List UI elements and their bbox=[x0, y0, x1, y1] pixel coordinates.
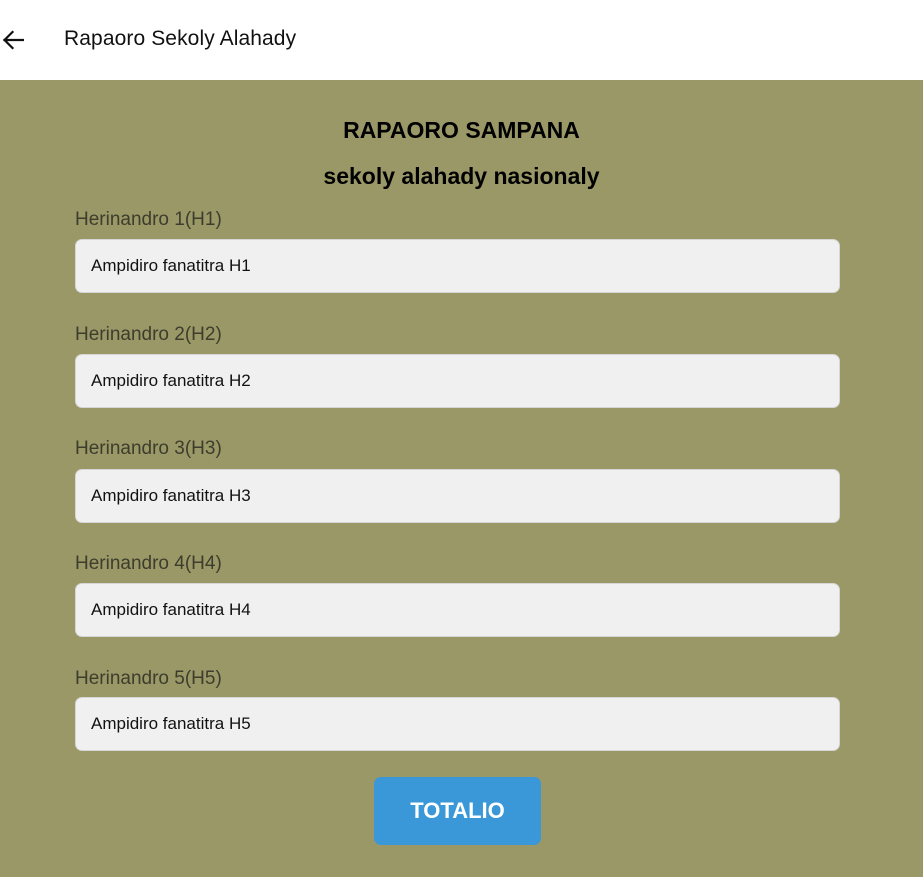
week-1-label: Herinandro 1(H1) bbox=[75, 209, 222, 230]
total-button[interactable]: TOTALIO bbox=[374, 777, 541, 845]
back-button[interactable] bbox=[0, 22, 26, 58]
form-heading: RAPAORO SAMPANA bbox=[343, 117, 580, 143]
week-1-input[interactable] bbox=[75, 239, 840, 293]
week-3-label: Herinandro 3(H3) bbox=[75, 438, 222, 459]
week-3-input[interactable] bbox=[75, 469, 840, 523]
week-2-label: Herinandro 2(H2) bbox=[75, 324, 222, 345]
week-5-input[interactable] bbox=[75, 697, 840, 751]
week-2-input[interactable] bbox=[75, 354, 840, 408]
app-bar: Rapaoro Sekoly Alahady bbox=[0, 0, 923, 80]
week-4-label: Herinandro 4(H4) bbox=[75, 553, 222, 574]
arrow-left-icon bbox=[2, 30, 24, 50]
report-form: RAPAORO SAMPANA sekoly alahady nasionaly… bbox=[0, 80, 923, 877]
week-4-input[interactable] bbox=[75, 583, 840, 637]
page-title: Rapaoro Sekoly Alahady bbox=[64, 27, 297, 50]
form-subheading: sekoly alahady nasionaly bbox=[323, 163, 600, 189]
week-5-label: Herinandro 5(H5) bbox=[75, 668, 222, 689]
